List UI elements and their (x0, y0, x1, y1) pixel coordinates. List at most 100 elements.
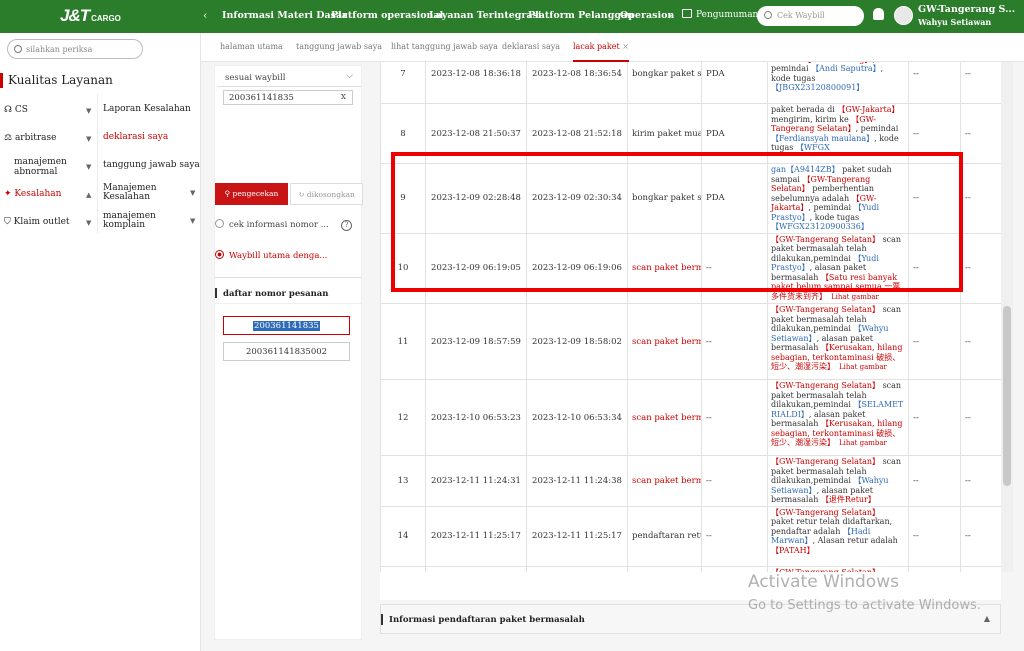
tracking-table: 7 2023-12-08 18:36:18 2023-12-08 18:36:54 b… (380, 62, 1001, 572)
cell-scan-type: scan paket bermasalah (627, 303, 702, 380)
waybill-input[interactable]: 200361141835 x (223, 90, 353, 105)
cell-extra: -- (960, 232, 1001, 304)
description-link[interactable]: 【Andi Saputra】 (811, 64, 880, 73)
top-bar: J&T CARGO ‹ Informasi Materi Dasar Platfo… (0, 0, 1024, 33)
tab-tanggung-jawab-saya[interactable]: tanggung jawab saya (296, 42, 382, 51)
sidebar-item-kesalahan[interactable]: ✦ Kesalahan ▲ (4, 189, 91, 199)
order-item-selected[interactable]: 200361141835 (223, 316, 350, 335)
table-footer (380, 572, 1001, 600)
page-tabs: halaman utama tanggung jawab saya lihat … (201, 33, 1024, 62)
tab-deklarasi-saya[interactable]: deklarasi saya (502, 42, 560, 51)
search-button[interactable]: ⚲ pengecekan (215, 183, 288, 205)
cell-upload-time: 2023-12-11 11:24:38 (526, 455, 628, 507)
chevron-down-icon: ▼ (86, 219, 92, 227)
sidebar-item-klaim-outlet[interactable]: ⛉ Klaim outlet ▼ (4, 217, 91, 227)
nav-platform-pelanggan[interactable]: Platform Pelanggan (528, 10, 634, 21)
cell-scan-time: 2023-12-09 18:57:59 (425, 303, 527, 380)
sidebar-item-cs[interactable]: ☊ CS ▼ (4, 105, 91, 115)
cell-extra: -- (960, 163, 1001, 234)
table-row: 7 2023-12-08 18:36:18 2023-12-08 18:36:54 b… (380, 62, 1001, 104)
scrollbar-thumb[interactable] (1003, 306, 1011, 486)
cell-extra: -- (960, 62, 1001, 104)
cell-source: PDA (701, 62, 768, 104)
description-link[interactable]: 【Ferdiansyah maulana】 (771, 134, 874, 143)
table-row: 12 2023-12-10 06:53:23 2023-12-10 06:53:34… (380, 379, 1001, 456)
chevron-down-icon: ⌵ (346, 71, 353, 81)
radio-icon (215, 219, 224, 228)
chevron-down-icon: ▼ (86, 135, 92, 143)
cell-extra: -- (960, 505, 1001, 567)
query-type-select[interactable]: sesuai waybill ⌵ (217, 68, 361, 87)
cell-source: -- (701, 303, 768, 380)
view-image-link[interactable]: Lihat gambar (831, 293, 879, 301)
description-text: 【PATAH】 (771, 545, 815, 555)
table-scrollbar[interactable] (1001, 62, 1013, 572)
cell-no: 11 (380, 303, 426, 380)
sidebar-divider (97, 93, 98, 233)
nav-platform-operasional[interactable]: Platform operasional (331, 10, 443, 21)
order-item[interactable]: 200361141835002 (223, 342, 350, 361)
query-panel: sesuai waybill ⌵ 200361141835 x ⚲ pengecek… (214, 65, 363, 640)
sidebar-sub-tanggung-jawab-saya[interactable]: tanggung jawab saya (103, 161, 200, 170)
cell-upload-time: 2023-12-10 06:53:34 (526, 379, 628, 456)
main-area: sesuai waybill ⌵ 200361141835 x ⚲ pengecek… (201, 62, 1024, 651)
shield-icon: ⛉ (4, 217, 14, 227)
clear-icon[interactable]: x (341, 92, 346, 102)
cell-source: -- (701, 455, 768, 507)
bell-icon[interactable] (873, 8, 884, 20)
cell-upload-time: 2023-12-11 11:25:17 (526, 505, 628, 567)
sidebar-item-manajemen-abnormal[interactable]: manajemen abnormal ▼ (4, 157, 91, 177)
waybill-search-input[interactable]: Cek Waybill (757, 6, 864, 26)
sidebar-sub-manajemen-komplain[interactable]: manajemen komplain ▼ (103, 212, 195, 230)
search-icon: ⚲ (224, 189, 233, 198)
view-image-link[interactable]: Lihat gambar (839, 363, 887, 371)
announcement-button[interactable]: Pengumuman (682, 9, 758, 20)
table-row: 11 2023-12-09 18:57:59 2023-12-09 18:58:02… (380, 303, 1001, 380)
reset-button[interactable]: ↻ dikosongkan (290, 183, 363, 205)
jt-cargo-logo[interactable]: J&T CARGO (60, 6, 121, 26)
description-text: , pemindai (855, 124, 899, 133)
cell-extra: -- (908, 455, 961, 507)
cell-description: 【GW-Tangerang Selatan】 scan paket bermas… (767, 455, 909, 507)
option-cek-informasi[interactable]: cek informasi nomor ... (215, 219, 329, 230)
radio-checked-icon (215, 250, 224, 259)
option-waybill-utama[interactable]: Waybill utama denga... (215, 250, 328, 261)
cell-no: 14 (380, 505, 426, 567)
tab-halaman-utama[interactable]: halaman utama (220, 42, 283, 51)
description-text: 【GW-Tangerang Selatan】 (771, 305, 881, 314)
sidebar-sub-deklarasi-saya[interactable]: deklarasi saya (103, 133, 168, 142)
nav-informasi-materi-dasar[interactable]: Informasi Materi Dasar (222, 10, 347, 21)
cell-upload-time: 2023-12-08 18:36:54 (526, 62, 628, 104)
nav-layanan-terintegrasi[interactable]: Layanan Terintegrasi (429, 10, 542, 21)
description-text: 【GW-Jakarta】 (837, 105, 900, 114)
cell-no: 12 (380, 379, 426, 456)
user-org[interactable]: GW-Tangerang S... (918, 4, 1015, 15)
view-image-link[interactable]: Lihat gambar (839, 439, 887, 447)
orders-list-title: daftar nomor pesanan (215, 277, 361, 304)
cell-upload-time: 2023-12-09 18:58:02 (526, 303, 628, 380)
description-link[interactable]: 【WFGX (796, 143, 830, 152)
description-text: , Alasan retur adalah (812, 536, 898, 545)
cell-scan-type: bongkar paket sampai (627, 62, 702, 104)
help-icon[interactable]: ? (341, 220, 352, 231)
avatar[interactable] (894, 6, 913, 25)
table-row: 13 2023-12-11 11:24:31 2023-12-11 11:24:38… (380, 455, 1001, 507)
sidebar-sub-laporan-kesalahan[interactable]: Laporan Kesalahan (103, 105, 191, 114)
nav-scroll-left-icon[interactable]: ‹ (203, 9, 207, 22)
tab-lihat-tanggung-jawab-saya[interactable]: lihat tanggung jawab saya (391, 42, 498, 51)
cell-source: -- (701, 505, 768, 567)
description-text: 【GW-Tangerang Selatan】 (771, 507, 881, 517)
description-text: 【GW-Tangerang Selatan】 (771, 457, 881, 466)
nav-scroll-right-icon[interactable]: › (668, 9, 672, 22)
cell-description: 【GW-Tangerang Selatan】 scan paket bermas… (767, 379, 909, 456)
close-icon[interactable]: × (622, 42, 629, 51)
menu-search-input[interactable]: silahkan periksa (7, 39, 143, 59)
description-link[interactable]: 【JBGX23120800091】 (771, 83, 864, 92)
chevron-up-icon[interactable]: ▲ (984, 613, 990, 623)
sidebar-item-arbitrase[interactable]: ⚖ arbitrase ▼ (4, 133, 91, 143)
sidebar-sub-manajemen-kesalahan[interactable]: Manajemen Kesalahan ▼ (103, 184, 195, 202)
cell-extra: -- (908, 62, 961, 104)
nav-operasional[interactable]: Operasion (620, 10, 674, 21)
tab-lacak-paket[interactable]: lacak paket × (573, 42, 629, 62)
cell-scan-time: 2023-12-11 11:25:17 (425, 505, 527, 567)
